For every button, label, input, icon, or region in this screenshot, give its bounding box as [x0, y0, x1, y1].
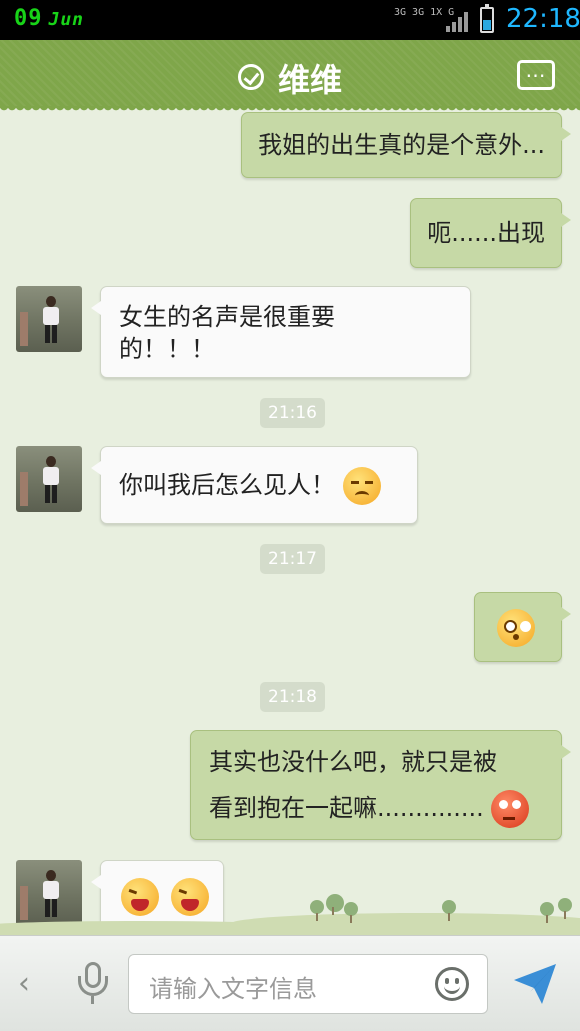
message-bubble[interactable]: 呃......出现	[410, 198, 571, 268]
timestamp: 21:18	[260, 682, 325, 712]
status-time: 22:18	[506, 4, 580, 34]
chat-header: 维维 …	[0, 40, 580, 114]
message-input[interactable]: 请输入文字信息	[128, 954, 488, 1014]
more-icon[interactable]: …	[517, 60, 555, 90]
background-scenery	[0, 890, 580, 935]
send-icon[interactable]	[512, 962, 558, 1006]
signal-icon	[446, 10, 470, 32]
crying-face-icon	[342, 467, 381, 505]
microphone-icon[interactable]	[76, 962, 110, 1006]
message-input-placeholder: 请输入文字信息	[149, 975, 317, 1003]
puzzled-face-icon	[497, 609, 535, 647]
message-bubble[interactable]: 女生的名声是很重要的！！！	[91, 286, 471, 378]
message-bubble[interactable]	[474, 592, 571, 662]
red-face-icon	[491, 790, 530, 828]
contact-avatar[interactable]	[16, 446, 82, 512]
smiley-icon[interactable]	[435, 967, 469, 1001]
contact-name: 维维	[278, 61, 343, 99]
message-bubble[interactable]: 你叫我后怎么见人！	[91, 446, 418, 524]
message-bubble[interactable]: 我姐的出生真的是个意外...	[241, 112, 571, 178]
contact-avatar[interactable]	[16, 286, 82, 352]
status-bar: 09 Jun 3G 3G 1X G 22:18	[0, 0, 580, 40]
timestamp: 21:16	[260, 398, 325, 428]
status-date: 09 Jun	[14, 6, 85, 31]
check-circle-icon	[238, 64, 264, 90]
message-bubble[interactable]: 其实也没什么吧，就只是被 看到抱在一起嘛..............	[190, 730, 571, 840]
battery-icon	[480, 4, 494, 33]
chat-area[interactable]: 我姐的出生真的是个意外... 呃......出现 女生的名声是很重要的！！！ 2…	[0, 108, 580, 935]
timestamp: 21:17	[260, 544, 325, 574]
chevron-left-icon[interactable]: ‹	[18, 966, 30, 1001]
input-bar: ‹ 请输入文字信息	[0, 935, 580, 1031]
